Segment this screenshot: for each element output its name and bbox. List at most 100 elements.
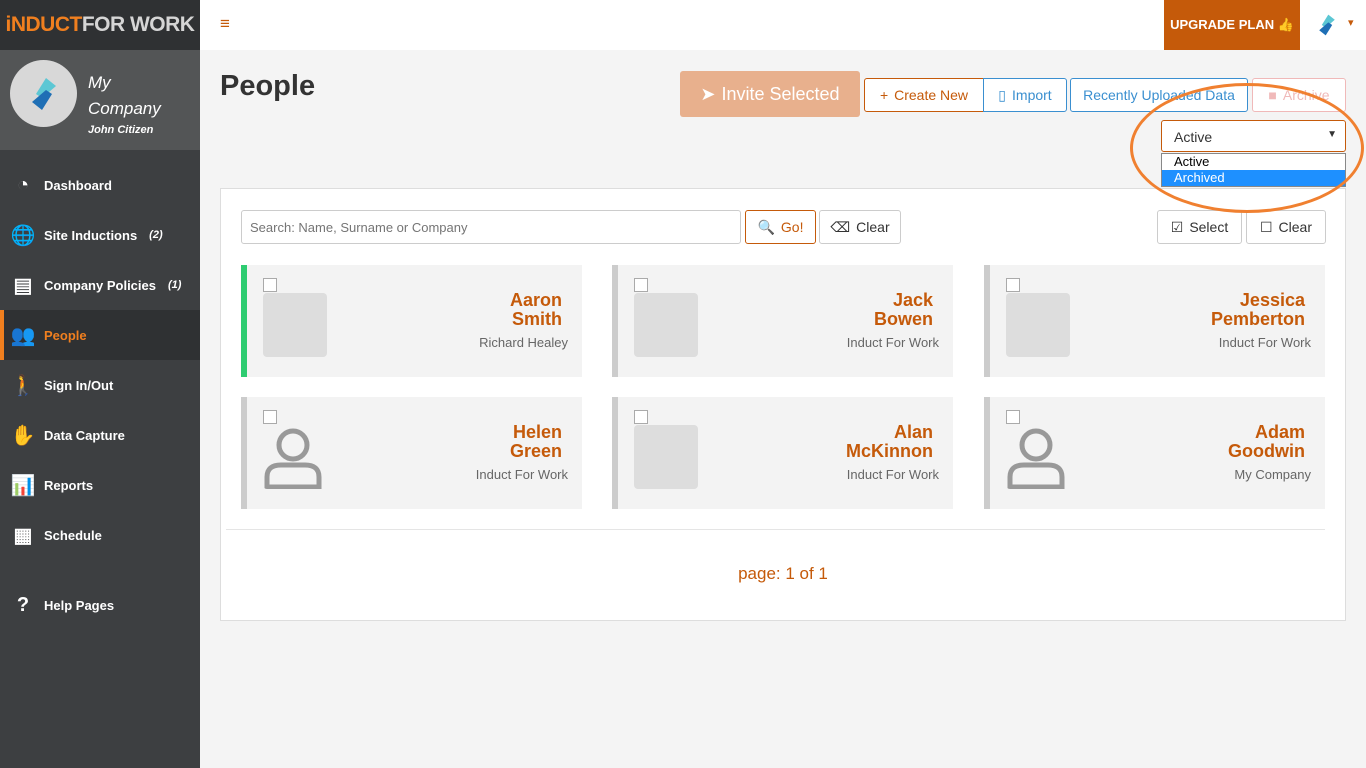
person-checkbox[interactable] xyxy=(263,410,277,424)
company-name: My Company xyxy=(88,73,161,118)
option-active[interactable]: Active xyxy=(1162,154,1345,170)
clear-selection-label: Clear xyxy=(1278,219,1313,235)
upgrade-plan-button[interactable]: UPGRADE PLAN 👍 xyxy=(1164,0,1300,50)
person-card[interactable]: Jessica Pemberton Induct For Work xyxy=(984,265,1325,377)
last-name: Goodwin xyxy=(1228,441,1305,461)
person-checkbox[interactable] xyxy=(634,410,648,424)
person-company: Induct For Work xyxy=(846,335,939,350)
file-icon: ▯ xyxy=(998,86,1007,103)
create-new-button[interactable]: + Create New xyxy=(864,78,984,112)
clear-label: Clear xyxy=(856,219,890,235)
sidebar-item-data-capture[interactable]: ✋ Data Capture xyxy=(0,410,200,460)
sidebar-item-count: (2) xyxy=(149,229,163,241)
sidebar: iNDUCT FOR WORK My Company John Citizen ◔… xyxy=(0,0,200,768)
people-panel: 🔍Go! ⌫Clear ☑Select ☐Clear page: 1 of 1 … xyxy=(220,188,1346,621)
sidebar-item-sign-in-out[interactable]: 🚶 Sign In/Out xyxy=(0,360,200,410)
sidebar-item-company-policies[interactable]: ▤ Company Policies (1) xyxy=(0,260,200,310)
person-name[interactable]: Alan McKinnon xyxy=(846,423,933,461)
person-name[interactable]: Jack Bowen xyxy=(874,291,933,329)
person-checkbox[interactable] xyxy=(634,278,648,292)
select-all-button[interactable]: ☑ Select xyxy=(1157,210,1242,244)
clear-selection-button[interactable]: ☐ Clear xyxy=(1246,210,1326,244)
person-company: Richard Healey xyxy=(479,335,568,350)
page-title: People xyxy=(220,70,316,102)
first-name: Jessica xyxy=(1239,290,1305,310)
eraser-icon: ⌫ xyxy=(830,218,851,235)
menu-icon[interactable]: ≡ xyxy=(220,14,230,34)
invite-label: Invite Selected xyxy=(721,83,840,104)
sidebar-item-label: Sign In/Out xyxy=(44,377,114,393)
invite-selected-button[interactable]: ➤ Invite Selected xyxy=(680,71,860,117)
person-checkbox[interactable] xyxy=(1006,278,1020,292)
person-checkbox[interactable] xyxy=(1006,410,1020,424)
person-card[interactable]: Alan McKinnon Induct For Work xyxy=(612,397,953,509)
sidebar-nav: ◔ Dashboard 🌐 Site Inductions (2) ▤ Company Po… xyxy=(0,160,200,630)
person-card[interactable]: Aaron Smith Richard Healey xyxy=(241,265,582,377)
people-icon: 👥 xyxy=(10,324,36,347)
checkbox-checked-icon: ☑ xyxy=(1170,218,1184,235)
search-input[interactable] xyxy=(241,210,741,244)
person-name[interactable]: Adam Goodwin xyxy=(1228,423,1305,461)
first-name: Helen xyxy=(512,422,562,442)
calendar-icon: ▦ xyxy=(13,524,33,547)
recently-uploaded-button[interactable]: Recently Uploaded Data xyxy=(1070,78,1248,112)
selected-value: Active xyxy=(1174,129,1213,145)
person-company: Induct For Work xyxy=(1218,335,1311,350)
status-filter-select[interactable]: Active ▼ xyxy=(1161,120,1346,152)
import-button[interactable]: ▯ Import xyxy=(983,78,1067,112)
first-name: Aaron xyxy=(509,290,562,310)
archive-label: Archive xyxy=(1282,87,1330,103)
sidebar-item-help-pages[interactable]: ? Help Pages xyxy=(0,580,200,630)
person-card[interactable]: Adam Goodwin My Company xyxy=(984,397,1325,509)
person-card[interactable]: Jack Bowen Induct For Work xyxy=(612,265,953,377)
checkbox-empty-icon: ☐ xyxy=(1259,218,1273,235)
user-placeholder-icon xyxy=(1007,428,1065,489)
go-label: Go! xyxy=(780,219,804,235)
sidebar-item-reports[interactable]: 📊 Reports xyxy=(0,460,200,510)
sidebar-item-site-inductions[interactable]: 🌐 Site Inductions (2) xyxy=(0,210,200,260)
bar-chart-icon: 📊 xyxy=(10,474,36,497)
person-photo xyxy=(263,293,327,357)
user-avatar-icon[interactable] xyxy=(1314,12,1340,43)
first-name: Jack xyxy=(892,290,933,310)
person-checkbox[interactable] xyxy=(263,278,277,292)
last-name: Smith xyxy=(511,309,562,329)
archive-button[interactable]: ■ Archive xyxy=(1252,78,1346,112)
option-archived[interactable]: Archived xyxy=(1162,170,1345,186)
import-label: Import xyxy=(1012,87,1052,103)
archive-icon: ■ xyxy=(1268,87,1277,103)
logo[interactable]: iNDUCT FOR WORK xyxy=(0,0,200,50)
sidebar-item-label: Reports xyxy=(44,477,94,493)
book-icon: ▤ xyxy=(13,274,33,297)
clear-search-button[interactable]: ⌫ Clear xyxy=(819,210,901,244)
person-company: My Company xyxy=(1234,467,1311,482)
logo-text-2: FOR WORK xyxy=(81,13,195,36)
plus-icon: + xyxy=(879,87,889,103)
sidebar-item-label: Dashboard xyxy=(44,177,112,193)
send-icon: ➤ xyxy=(700,83,716,104)
last-name: Pemberton xyxy=(1210,309,1305,329)
sidebar-item-dashboard[interactable]: ◔ Dashboard xyxy=(0,160,200,210)
hand-icon: ✋ xyxy=(10,424,36,447)
person-name[interactable]: Helen Green xyxy=(510,423,562,461)
sidebar-item-people[interactable]: 👥 People xyxy=(0,310,200,360)
last-name: Green xyxy=(509,441,562,461)
status-filter-options: Active Archived xyxy=(1161,153,1346,187)
person-card[interactable]: Helen Green Induct For Work xyxy=(241,397,582,509)
dropdown-arrow-icon: ▼ xyxy=(1327,129,1337,140)
search-icon: 🔍 xyxy=(757,218,775,235)
person-photo xyxy=(1006,293,1070,357)
sidebar-item-label: Company Policies xyxy=(44,277,156,293)
person-name[interactable]: Jessica Pemberton xyxy=(1211,291,1305,329)
person-company: Induct For Work xyxy=(846,467,939,482)
topbar: ≡ UPGRADE PLAN 👍 ▾ xyxy=(200,0,1366,50)
logo-text-1: iNDUCT xyxy=(5,13,83,36)
pagination: page: 1 of 1 xyxy=(738,564,828,583)
chevron-down-icon[interactable]: ▾ xyxy=(1348,16,1354,29)
user-name: John Citizen xyxy=(88,124,154,136)
last-name: Bowen xyxy=(873,309,933,329)
go-button[interactable]: 🔍 Go! xyxy=(745,210,816,244)
sidebar-item-label: People xyxy=(44,327,87,343)
person-name[interactable]: Aaron Smith xyxy=(510,291,562,329)
sidebar-item-schedule[interactable]: ▦ Schedule xyxy=(0,510,200,560)
